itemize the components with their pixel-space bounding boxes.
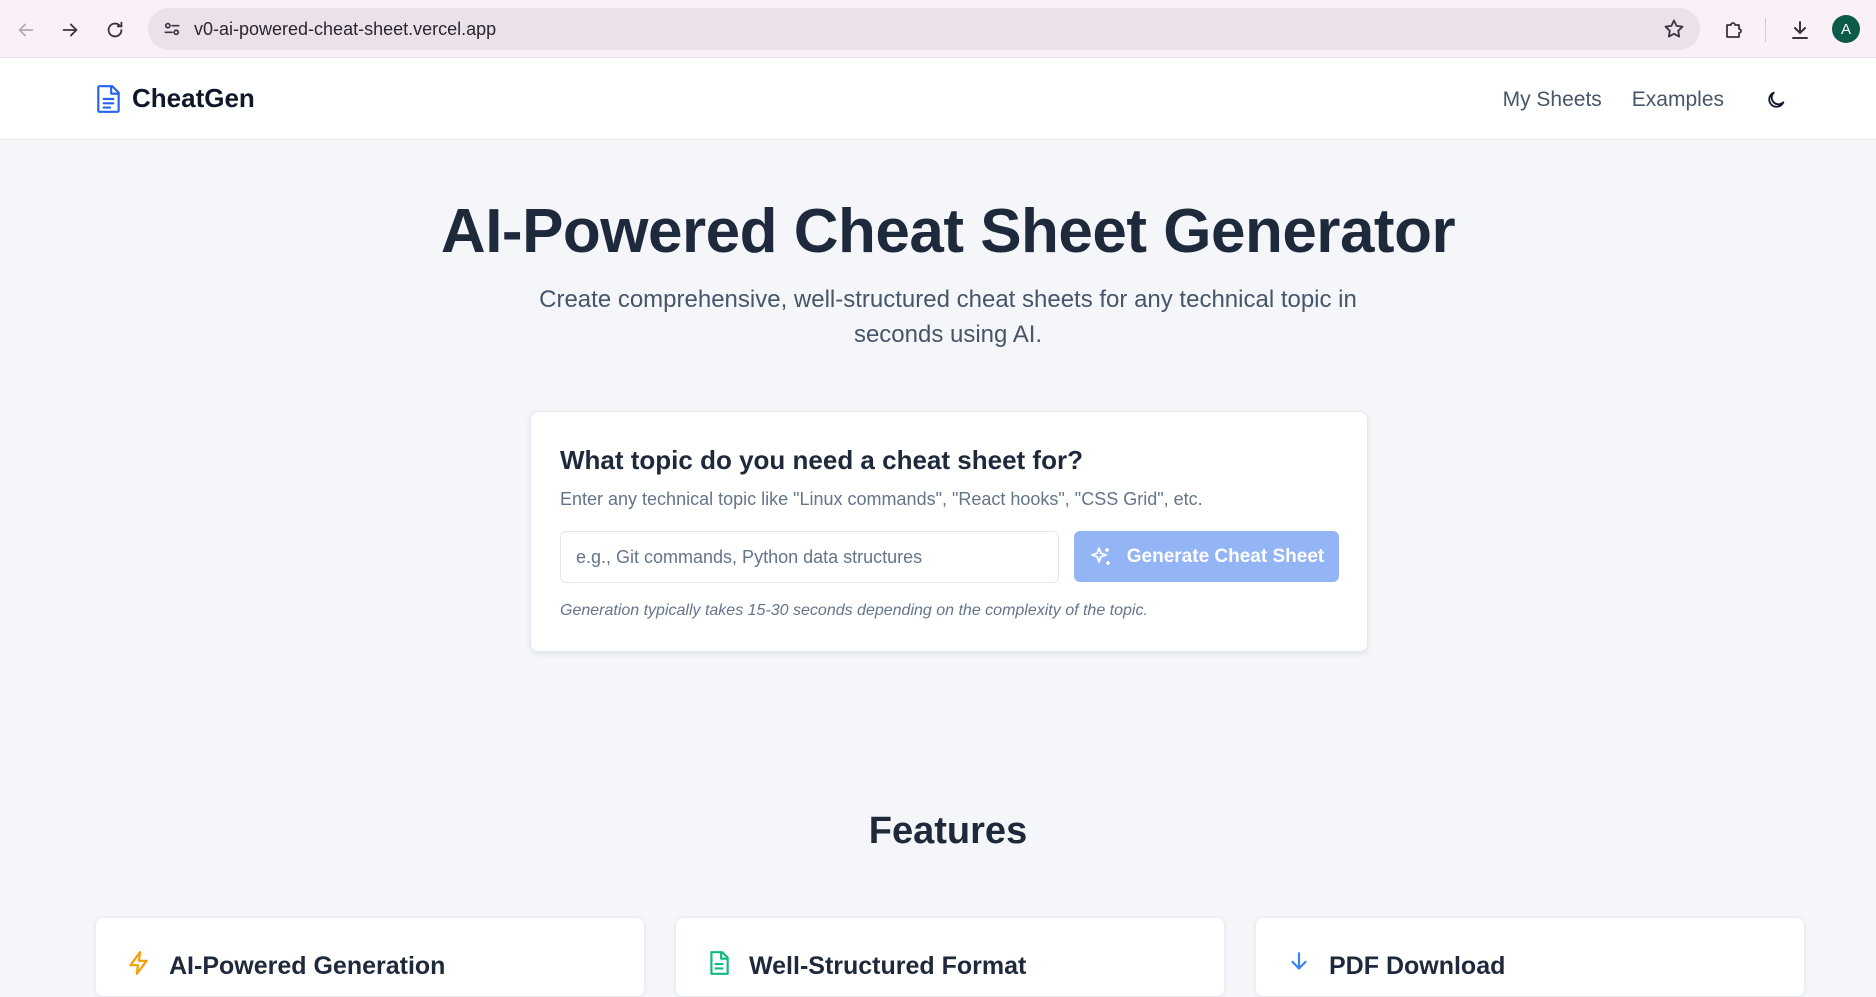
url-text: v0-ai-powered-cheat-sheet.vercel.app — [194, 19, 497, 39]
forward-button[interactable] — [52, 12, 88, 48]
reload-button[interactable] — [97, 12, 133, 48]
theme-toggle-button[interactable] — [1762, 86, 1790, 114]
document-icon — [96, 84, 122, 114]
topic-form-card: What topic do you need a cheat sheet for… — [530, 411, 1368, 652]
brand-link[interactable]: CheatGen — [96, 83, 255, 114]
feature-title: Well-Structured Format — [749, 952, 1027, 980]
card-description: Enter any technical topic like "Linux co… — [560, 489, 1203, 509]
nav-my-sheets[interactable]: My Sheets — [1503, 88, 1602, 112]
back-arrow-icon — [18, 23, 34, 37]
reload-icon — [107, 21, 123, 38]
bookmark-star-icon[interactable] — [1662, 17, 1686, 41]
browser-toolbar: v0-ai-powered-cheat-sheet.vercel.app A — [0, 0, 1876, 58]
moon-icon — [1768, 91, 1785, 108]
site-header: CheatGen My Sheets Examples — [0, 58, 1876, 140]
extensions-button[interactable] — [1716, 12, 1752, 48]
download-icon — [1792, 21, 1808, 39]
puzzle-icon — [1726, 22, 1742, 38]
generation-time-note: Generation typically takes 15-30 seconds… — [560, 602, 1148, 619]
nav-examples[interactable]: Examples — [1632, 88, 1724, 112]
generate-cheat-sheet-button[interactable]: Generate Cheat Sheet — [1074, 531, 1339, 582]
features-heading: Features — [868, 810, 1028, 852]
brand-name: CheatGen — [132, 83, 255, 113]
profile-avatar[interactable]: A — [1832, 15, 1860, 43]
feature-title: PDF Download — [1329, 952, 1506, 980]
back-button[interactable] — [8, 12, 44, 48]
download-icon — [1286, 950, 1312, 976]
toolbar-divider — [1765, 18, 1766, 42]
feature-card-ai-generation: AI-Powered Generation — [95, 917, 645, 997]
generate-button-label: Generate Cheat Sheet — [1126, 545, 1325, 567]
sparkles-icon — [1090, 546, 1110, 565]
address-bar[interactable]: v0-ai-powered-cheat-sheet.vercel.app — [148, 8, 1700, 50]
feature-card-pdf-download: PDF Download — [1255, 917, 1805, 997]
downloads-button[interactable] — [1782, 12, 1818, 48]
card-title: What topic do you need a cheat sheet for… — [560, 445, 1083, 475]
forward-arrow-icon — [62, 23, 78, 37]
topic-input[interactable] — [560, 531, 1059, 583]
feature-card-structured-format: Well-Structured Format — [675, 917, 1225, 997]
header-nav: My Sheets Examples — [1503, 86, 1790, 114]
document-icon — [706, 950, 732, 976]
page-title: AI-Powered Cheat Sheet Generator — [440, 197, 1456, 266]
site-settings-icon[interactable] — [160, 17, 184, 41]
feature-title: AI-Powered Generation — [169, 952, 446, 980]
lightning-icon — [126, 950, 152, 976]
page-subtitle: Create comprehensive, well-structured ch… — [539, 286, 1357, 348]
